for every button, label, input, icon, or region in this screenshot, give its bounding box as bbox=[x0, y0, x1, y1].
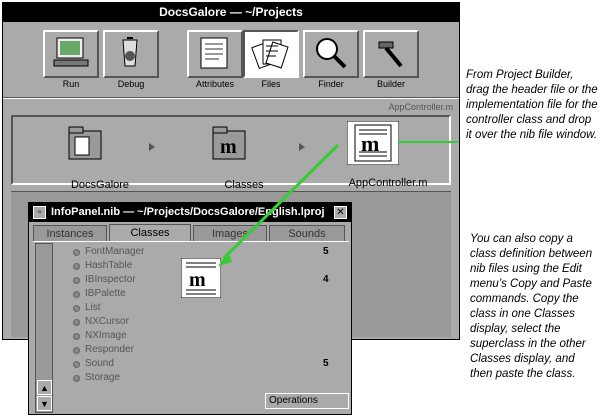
callout-top: From Project Builder, drag the header fi… bbox=[466, 69, 598, 141]
drag-arrow bbox=[222, 143, 340, 260]
callout-bottom: You can also copy a class definition bet… bbox=[470, 233, 593, 380]
